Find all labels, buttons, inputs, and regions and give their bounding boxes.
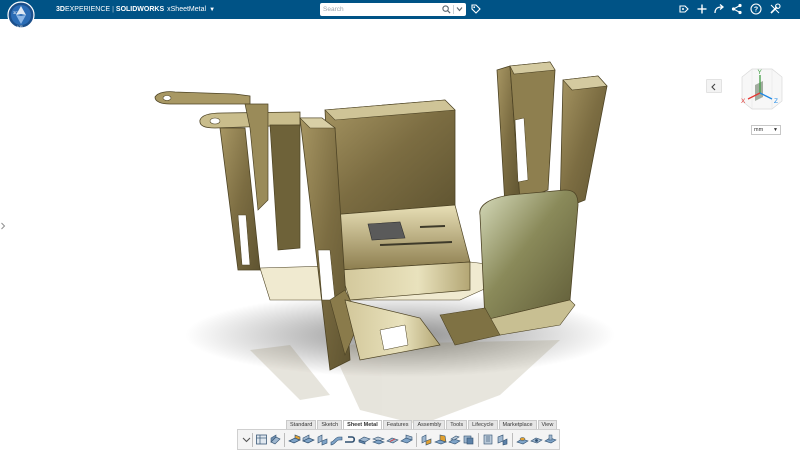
3d-viewport[interactable]: Y X Z mm ▼ xyxy=(0,19,800,430)
search-divider xyxy=(453,5,454,14)
vent-icon[interactable] xyxy=(530,433,543,446)
toolbar-divider xyxy=(252,433,253,447)
app-brand[interactable]: 3DEXPERIENCE | SOLIDWORKS xSheetMetal ▼ xyxy=(56,4,215,15)
lofted-bend-icon[interactable] xyxy=(496,433,509,446)
brand-separator: | xyxy=(112,6,114,13)
cross-break-icon[interactable] xyxy=(386,433,399,446)
tag-icon[interactable] xyxy=(471,4,481,14)
table-icon[interactable] xyxy=(255,433,268,446)
mount-hole xyxy=(209,117,221,125)
network-icon[interactable] xyxy=(731,3,743,15)
sketched-bend-icon[interactable] xyxy=(330,433,343,446)
brand-3d: 3D xyxy=(56,6,65,13)
toolbar-divider xyxy=(478,433,479,447)
units-select[interactable]: mm ▼ xyxy=(751,125,781,135)
search-box[interactable] xyxy=(320,3,466,16)
brand-solidworks: SOLIDWORKS xyxy=(115,6,165,13)
sheet-metal-icon[interactable] xyxy=(269,433,282,446)
toolbar-divider xyxy=(416,433,417,447)
svg-text:?: ? xyxy=(754,7,758,14)
share-icon[interactable] xyxy=(713,3,725,15)
compass-icon[interactable]: 3D V.R xyxy=(4,1,42,31)
jog-icon[interactable] xyxy=(372,433,385,446)
axis-y-label: Y xyxy=(758,69,763,76)
chevron-left-icon xyxy=(711,83,716,91)
toolbar-divider xyxy=(512,433,513,447)
fold-icon[interactable] xyxy=(434,433,447,446)
collapse-panel-button[interactable] xyxy=(706,79,722,93)
miter-flange-icon[interactable] xyxy=(358,433,371,446)
search-input[interactable] xyxy=(323,3,435,16)
rip-icon[interactable] xyxy=(482,433,495,446)
mount-hole xyxy=(162,95,172,101)
unfold-icon[interactable] xyxy=(420,433,433,446)
corner-icon[interactable] xyxy=(400,433,413,446)
view-cube[interactable]: Y X Z xyxy=(730,65,792,113)
flange-icon[interactable] xyxy=(288,433,301,446)
brand-experience: EXPERIENCE xyxy=(64,6,111,13)
hem-icon[interactable] xyxy=(344,433,357,446)
floor-cutout xyxy=(367,221,406,241)
floor-slot xyxy=(419,225,446,228)
tab-icon[interactable] xyxy=(544,433,557,446)
compass-label: 3D xyxy=(13,10,18,15)
base-flange-icon[interactable] xyxy=(302,433,315,446)
left-interior-panel xyxy=(269,124,301,251)
edge-flange-icon[interactable] xyxy=(316,433,329,446)
compass-version: V.R xyxy=(17,25,23,29)
flatten-icon[interactable] xyxy=(448,433,461,446)
app-name: xSheetMetal xyxy=(167,6,207,13)
command-toolbar xyxy=(237,429,560,450)
toolbar-divider xyxy=(284,433,285,447)
convert-icon[interactable] xyxy=(462,433,475,446)
tools-icon[interactable] xyxy=(769,3,781,15)
units-value: mm xyxy=(754,127,764,133)
chevron-down-icon: ▼ xyxy=(773,127,778,133)
axis-x-label: X xyxy=(741,98,746,105)
sheet-metal-model[interactable] xyxy=(0,19,800,430)
chevron-down-icon[interactable] xyxy=(456,6,463,12)
add-icon[interactable] xyxy=(696,3,708,15)
right-front-panel xyxy=(479,189,579,321)
user-icon[interactable] xyxy=(678,3,690,15)
form-tool-icon[interactable] xyxy=(516,433,529,446)
chevron-down-icon[interactable]: ▼ xyxy=(209,5,215,16)
help-icon[interactable]: ? xyxy=(750,3,762,15)
axis-z-label: Z xyxy=(774,98,778,105)
search-icon[interactable] xyxy=(442,5,451,14)
